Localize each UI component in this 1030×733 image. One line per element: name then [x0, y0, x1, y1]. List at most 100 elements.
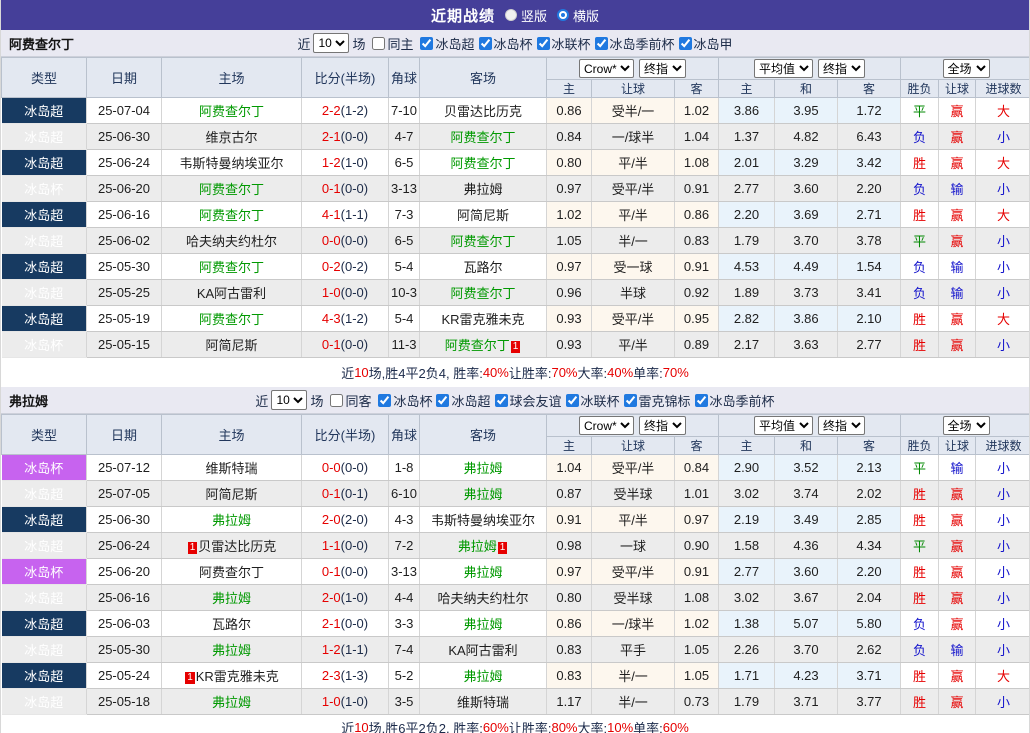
- league-checkbox[interactable]: [378, 393, 392, 407]
- odds-stage-select2[interactable]: 终指: [818, 59, 865, 78]
- odds-stage-select2[interactable]: 终指: [818, 416, 865, 435]
- avg-draw-odds: 5.07: [774, 610, 838, 637]
- layout-radio-vertical[interactable]: 竖版: [504, 6, 547, 25]
- home-team-name[interactable]: 韦斯特曼纳埃亚尔: [179, 156, 283, 171]
- league-filter[interactable]: 冰岛杯: [374, 391, 432, 410]
- layout-radio-horizontal[interactable]: 横版: [557, 6, 599, 25]
- handicap-result-cell: 输: [938, 454, 977, 481]
- league-filter[interactable]: 冰岛超: [432, 391, 491, 410]
- summary-text: 10: [354, 720, 369, 733]
- home-team-name[interactable]: 维京古尔: [205, 130, 257, 145]
- league-filter[interactable]: 球会友谊: [491, 391, 562, 410]
- league-checkbox[interactable]: [420, 36, 434, 50]
- home-team-name[interactable]: 弗拉姆: [212, 643, 251, 658]
- league-checkbox[interactable]: [678, 36, 692, 50]
- league-filter[interactable]: 冰岛季前杯: [691, 391, 775, 410]
- home-team-name[interactable]: 弗拉姆: [212, 591, 251, 606]
- home-team-name[interactable]: 阿费查尔丁: [199, 208, 264, 223]
- crow-home-odds: 0.86: [546, 610, 592, 637]
- home-team-name[interactable]: 弗拉姆: [212, 513, 251, 528]
- match-count-select[interactable]: 10: [313, 33, 350, 53]
- handicap-result-cell: 赢: [938, 662, 977, 689]
- summary-text: 大率:: [577, 721, 608, 733]
- bookmaker-select[interactable]: Crow*: [579, 416, 634, 435]
- average-select[interactable]: 平均值: [754, 416, 813, 435]
- home-team-name[interactable]: 阿简尼斯: [205, 487, 257, 502]
- summary-text: 40%: [607, 365, 634, 380]
- away-team-name[interactable]: 韦斯特曼纳埃亚尔: [431, 513, 535, 528]
- away-team-name[interactable]: 阿费查尔丁: [450, 286, 515, 301]
- same-venue-filter[interactable]: 同客: [326, 391, 371, 410]
- away-team-name[interactable]: 弗拉姆: [458, 539, 497, 554]
- league-checkbox[interactable]: [623, 393, 637, 407]
- match-count-select[interactable]: 10: [271, 390, 308, 410]
- league-checkbox[interactable]: [694, 393, 708, 407]
- league-filter[interactable]: 冰岛超: [416, 34, 475, 53]
- away-team-name[interactable]: 贝雷达比历克: [444, 104, 522, 119]
- bookmaker-select[interactable]: Crow*: [579, 59, 634, 78]
- league-checkbox[interactable]: [478, 36, 492, 50]
- league-filter[interactable]: 雷克锦标: [620, 391, 691, 410]
- same-venue-filter[interactable]: 同主: [368, 34, 413, 53]
- away-team-name[interactable]: 哈夫纳夫约杜尔: [437, 591, 528, 606]
- crow-home-odds: 0.83: [546, 662, 592, 689]
- radio-checked-icon[interactable]: [557, 9, 569, 21]
- home-team-name[interactable]: 维斯特瑞: [205, 461, 257, 476]
- away-team-name[interactable]: 弗拉姆: [463, 487, 502, 502]
- league-filter[interactable]: 冰岛甲: [675, 34, 733, 53]
- scope-select[interactable]: 全场: [942, 416, 990, 435]
- home-team-name[interactable]: 弗拉姆: [212, 695, 251, 710]
- league-filter[interactable]: 冰岛杯: [475, 34, 533, 53]
- away-team-name[interactable]: 阿费查尔丁: [450, 130, 515, 145]
- home-team-name[interactable]: 贝雷达比历克: [198, 539, 276, 554]
- league-checkbox[interactable]: [565, 393, 579, 407]
- away-team-cell: 弗拉姆: [419, 558, 547, 585]
- league-checkbox[interactable]: [594, 36, 608, 50]
- home-team-name[interactable]: KA阿古雷利: [197, 286, 266, 301]
- away-team-cell: 哈夫纳夫约杜尔: [419, 584, 547, 611]
- away-team-name[interactable]: 弗拉姆: [463, 461, 502, 476]
- same-venue-checkbox[interactable]: [330, 393, 344, 407]
- away-team-name[interactable]: 弗拉姆: [463, 182, 502, 197]
- wdl-header: 胜负: [900, 79, 940, 98]
- away-team-name[interactable]: KA阿古雷利: [448, 643, 517, 658]
- away-team-name[interactable]: 弗拉姆: [463, 565, 502, 580]
- league-checkbox[interactable]: [494, 393, 508, 407]
- league-filter[interactable]: 冰联杯: [562, 391, 620, 410]
- away-team-name[interactable]: 阿费查尔丁: [445, 338, 510, 353]
- same-venue-checkbox[interactable]: [372, 36, 386, 50]
- away-team-name[interactable]: 阿费查尔丁: [450, 156, 515, 171]
- league-filter[interactable]: 冰联杯: [533, 34, 591, 53]
- league-checkbox[interactable]: [436, 393, 450, 407]
- home-team-cell: 弗拉姆: [161, 688, 302, 715]
- away-team-name[interactable]: KR雷克雅未克: [441, 312, 524, 327]
- away-team-name[interactable]: 阿费查尔丁: [450, 234, 515, 249]
- league-filter[interactable]: 冰岛季前杯: [591, 34, 675, 53]
- away-team-name[interactable]: 维斯特瑞: [457, 695, 509, 710]
- league-checkbox[interactable]: [536, 36, 550, 50]
- home-team-name[interactable]: 阿费查尔丁: [199, 565, 264, 580]
- radio-icon[interactable]: [504, 9, 517, 21]
- home-team-name[interactable]: 阿费查尔丁: [199, 182, 264, 197]
- away-team-name[interactable]: 阿简尼斯: [457, 208, 509, 223]
- away-team-name[interactable]: 弗拉姆: [463, 617, 502, 632]
- home-team-name[interactable]: 瓦路尔: [212, 617, 251, 632]
- home-team-name[interactable]: KR雷克雅未克: [196, 669, 279, 684]
- odds-stage-select[interactable]: 终指: [639, 59, 686, 78]
- avg-away-odds: 3.41: [837, 279, 902, 306]
- home-team-name[interactable]: 阿简尼斯: [205, 338, 257, 353]
- away-team-name[interactable]: 瓦路尔: [463, 260, 502, 275]
- goals-result-cell: 小: [975, 532, 1029, 559]
- table-row: 冰岛超 25-05-30 阿费查尔丁 0-2(0-2) 5-4 瓦路尔 0.97 受一球 0.9…: [1, 253, 1029, 280]
- home-team-name[interactable]: 阿费查尔丁: [199, 260, 264, 275]
- away-team-cell: 阿费查尔丁: [419, 279, 547, 306]
- scope-select[interactable]: 全场: [942, 59, 990, 78]
- home-team-name[interactable]: 阿费查尔丁: [199, 312, 264, 327]
- home-team-name[interactable]: 哈夫纳夫约杜尔: [186, 234, 277, 249]
- home-team-name[interactable]: 阿费查尔丁: [199, 104, 264, 119]
- average-select[interactable]: 平均值: [754, 59, 813, 78]
- fulltime-score: 1-2: [321, 155, 341, 170]
- away-team-name[interactable]: 弗拉姆: [463, 669, 502, 684]
- goals-result-cell: 小: [975, 584, 1029, 611]
- odds-stage-select[interactable]: 终指: [639, 416, 686, 435]
